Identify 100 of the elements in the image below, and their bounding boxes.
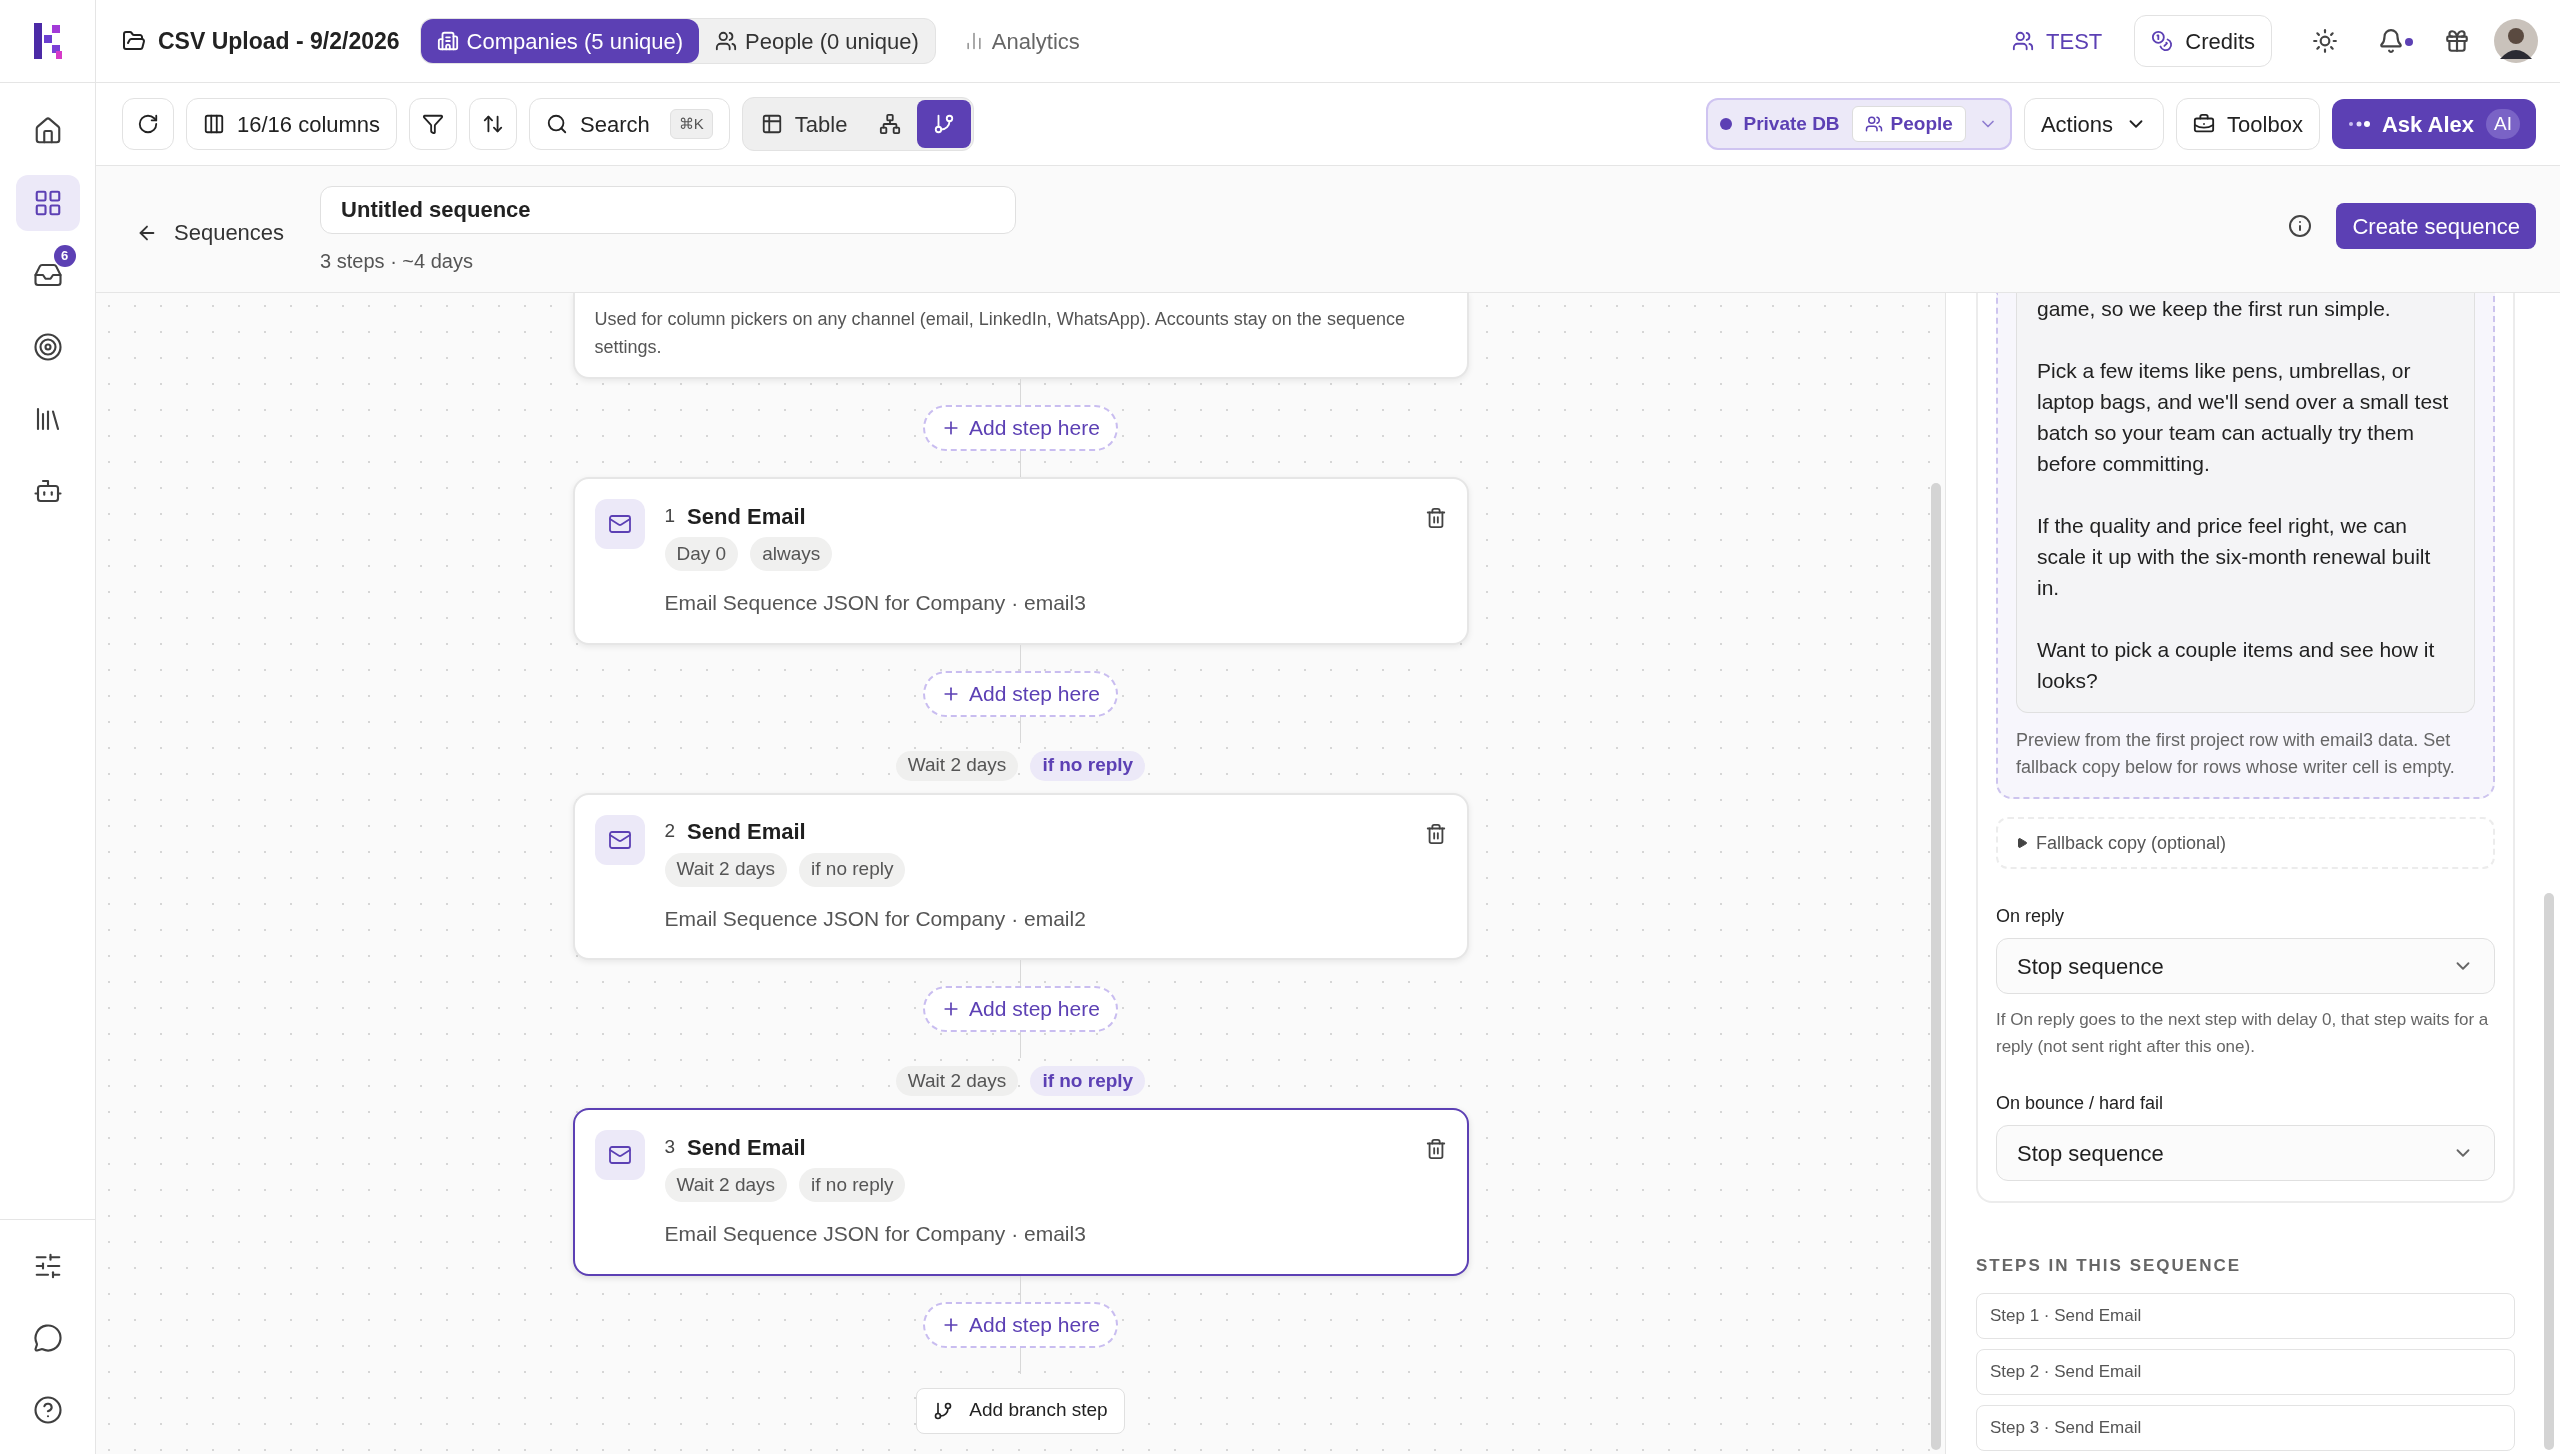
step-source: Email Sequence JSON for Company · email3 (664, 1221, 1087, 1247)
credits-button[interactable]: Credits (2134, 15, 2272, 67)
view-tab[interactable]: Table (744, 100, 864, 148)
branch-icon (933, 113, 956, 135)
step-link[interactable]: Step 3 · Send Email (1976, 1404, 2515, 1451)
step-card[interactable]: 2 Send Email Wait 2 days if no reply Email Sequence JSON for Company · email2 (572, 792, 1469, 960)
message-paragraph: Want to pick a couple items and see how it looks? (2037, 637, 2436, 694)
sequence-name-field[interactable]: Untitled sequence (320, 186, 1017, 234)
file-title: CSV Upload - 9/2/2026 (158, 26, 400, 56)
table-icon (760, 113, 783, 135)
step-card[interactable]: 1 Send Email Day 0 always Email Sequence JSON for Company · email3 (572, 477, 1469, 645)
count-badge: 6 (53, 245, 76, 267)
search-button[interactable]: Search ⌘K (529, 98, 730, 150)
tab[interactable]: Analytics (951, 19, 1092, 63)
avatar[interactable] (2494, 19, 2538, 63)
message-paragraph: Pick a few items like pens, umbrellas, or laptop bags, and we'll send over a small test batch so your team can actually try them before committing. (2037, 358, 2450, 477)
add-branch-button[interactable]: Add branch step (916, 1387, 1125, 1434)
field-label: On reply (1996, 905, 2066, 928)
sun-icon[interactable] (2312, 28, 2338, 54)
note-text: Used for column pickers on any channel (email, LinkedIn, WhatsApp). Accounts stay on the sequence settings. (594, 308, 1406, 359)
gift-icon[interactable] (2444, 28, 2470, 54)
columns-button[interactable]: 16/16 columns (186, 98, 398, 150)
help-icon (32, 1395, 63, 1425)
people-icon (715, 30, 738, 52)
fallback-toggle[interactable]: Fallback copy (optional) (1996, 817, 2495, 869)
trash-icon[interactable] (1424, 822, 1447, 845)
field-label: On bounce / hard fail (1996, 1092, 2165, 1115)
toolbox-icon (2193, 113, 2216, 135)
add-step-button[interactable]: Add step here (923, 986, 1118, 1032)
step-link[interactable]: Step 1 · Send Email (1976, 1292, 2515, 1339)
step-card[interactable]: 3 Send Email Wait 2 days if no reply Email Sequence JSON for Company · email3 (572, 1108, 1469, 1276)
view-tab[interactable] (917, 100, 972, 148)
step-title: Send Email (687, 502, 806, 531)
step-number: 3 (664, 1134, 676, 1159)
add-step-button[interactable]: Add step here (923, 1301, 1118, 1348)
sidebar-item[interactable] (15, 175, 80, 231)
step-tag: always (750, 537, 833, 571)
toolbox-button[interactable]: Toolbox (2176, 98, 2320, 150)
step-tag: Day 0 (664, 537, 739, 571)
sidebar-item[interactable]: 6 (15, 247, 80, 303)
tab[interactable]: Companies (5 unique) (420, 19, 700, 63)
bell-icon (2378, 28, 2404, 54)
add-step-button[interactable]: Add step here (923, 405, 1118, 451)
step-tag: if no reply (799, 1168, 906, 1202)
sort-button[interactable] (469, 98, 518, 150)
tab[interactable]: People (0 unique) (699, 19, 935, 63)
wait-chip: Wait 2 days (895, 1066, 1019, 1096)
branch-icon (933, 1400, 954, 1421)
step-title: Send Email (687, 1133, 806, 1162)
trash-icon[interactable] (1424, 1138, 1447, 1160)
step-source: Email Sequence JSON for Company · email2 (664, 905, 1087, 932)
filter-button[interactable] (409, 98, 458, 150)
add-step-button[interactable]: Add step here (923, 670, 1118, 717)
step-number: 2 (664, 819, 676, 844)
mail-icon (607, 1143, 632, 1167)
ai-badge: AI (2486, 109, 2520, 139)
actions-button[interactable]: Actions (2023, 98, 2165, 150)
mail-icon (607, 512, 632, 536)
hierarchy-icon (879, 113, 902, 135)
chat-icon (32, 1323, 63, 1353)
sequence-summary: 3 steps · ~4 days (320, 249, 474, 274)
building-icon (436, 30, 459, 52)
step-number: 1 (664, 503, 676, 528)
condition-chip: if no reply (1030, 750, 1146, 781)
logo-icon[interactable] (31, 23, 64, 59)
info-icon[interactable] (2288, 214, 2313, 238)
scrollbar[interactable] (2544, 893, 2554, 1450)
shortcut-key: ⌘K (669, 109, 713, 139)
dropdown[interactable]: Stop sequence (1996, 1125, 2495, 1181)
filter-icon (422, 113, 445, 135)
database-selector[interactable]: Private DB People (1705, 98, 2012, 150)
step-source: Email Sequence JSON for Company · email3 (664, 590, 1087, 616)
help-text: If On reply goes to the next step with delay 0, that step waits for a reply (not sent right after this one). (1996, 1009, 2490, 1058)
ask-ai-button[interactable]: Ask Alex AI (2331, 99, 2536, 149)
step-link[interactable]: Step 2 · Send Email (1976, 1348, 2515, 1395)
people-icon (2012, 30, 2035, 52)
section-heading: STEPS IN THIS SEQUENCE (1976, 1255, 2243, 1277)
create-sequence-button[interactable]: Create sequence (2336, 203, 2536, 249)
trash-icon[interactable] (1424, 507, 1447, 529)
people-icon (1864, 115, 1883, 133)
target-icon (32, 332, 63, 362)
wait-chip: Wait 2 days (895, 750, 1019, 781)
workspace-button[interactable]: TEST (2000, 19, 2115, 63)
folder-icon (122, 29, 146, 53)
condition-chip: if no reply (1030, 1066, 1146, 1096)
step-title: Send Email (687, 818, 806, 846)
preview-note: Preview from the first project row with email3 data. Set fallback copy below for rows whose writer cell is empty. (2016, 729, 2456, 779)
database-name: Private DB (1743, 111, 1840, 136)
message-paragraph: game, so we keep the first run simple. (2037, 296, 2392, 322)
dropdown[interactable]: Stop sequence (1996, 938, 2495, 994)
refresh-button[interactable] (122, 98, 174, 150)
coins-icon (2151, 30, 2174, 52)
step-tag: if no reply (799, 852, 906, 887)
scrollbar[interactable] (1931, 483, 1941, 1450)
back-link[interactable]: Sequences (136, 216, 285, 249)
sort-icon (482, 113, 505, 135)
scope-chip: People (1851, 106, 1966, 142)
disclosure-triangle-icon (2016, 837, 2028, 849)
step-tag: Wait 2 days (664, 1168, 788, 1202)
step-tag: Wait 2 days (664, 852, 788, 887)
